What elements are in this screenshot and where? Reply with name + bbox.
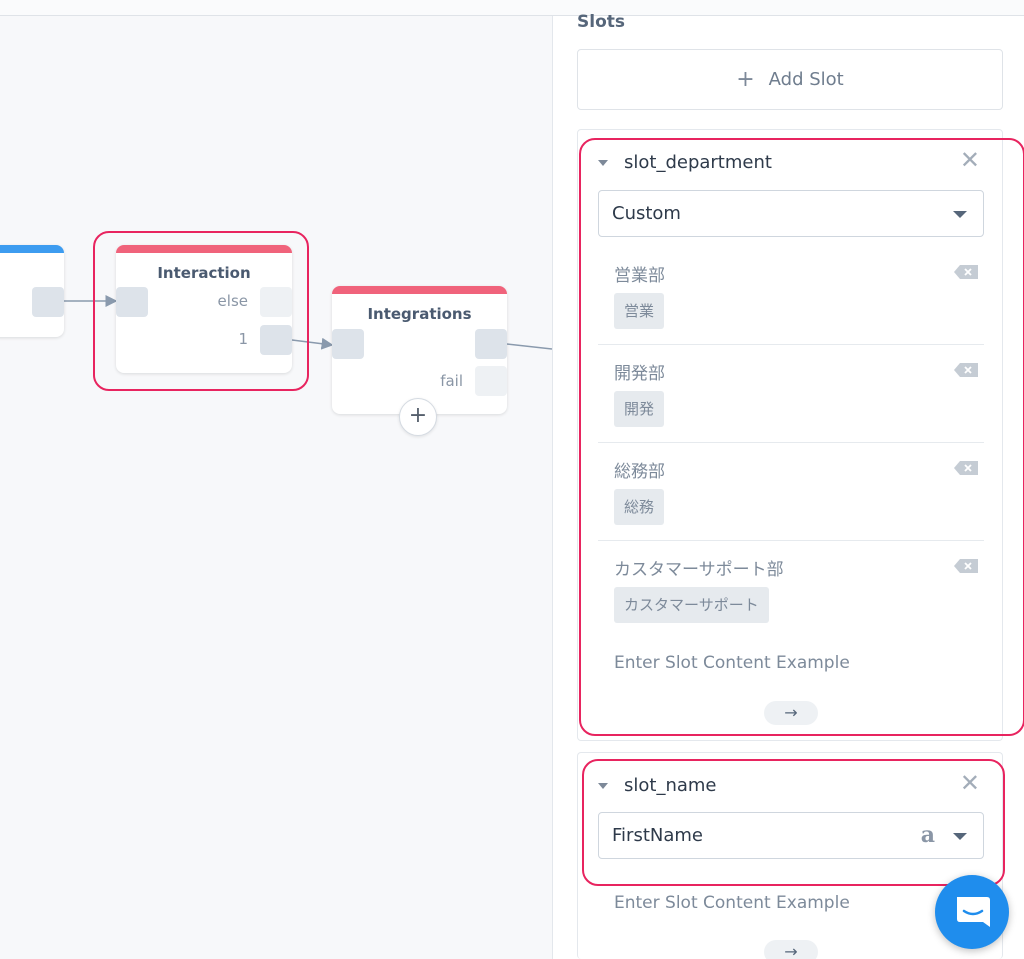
node-strip	[0, 245, 64, 253]
plus-icon: +	[408, 403, 428, 428]
node-title: Integrations	[367, 305, 472, 323]
plus-icon: +	[736, 67, 755, 92]
output-port-fail[interactable]	[475, 366, 507, 396]
add-slot-button[interactable]: + Add Slot	[577, 49, 1003, 110]
flow-edges	[64, 295, 552, 350]
output-port[interactable]	[475, 329, 507, 359]
slot-example-input[interactable]: Enter Slot Content Example	[614, 893, 850, 913]
flow-node-integrations[interactable]: Integrations fail	[332, 286, 507, 414]
slots-heading: Slots	[577, 12, 625, 32]
add-node-button[interactable]: +	[399, 398, 437, 436]
flow-node-left[interactable]	[0, 245, 64, 337]
add-slot-label: Add Slot	[768, 69, 844, 90]
highlight-interaction-node	[93, 231, 309, 391]
highlight-slot-department	[579, 138, 1024, 736]
input-port[interactable]	[332, 329, 364, 359]
node-strip	[332, 286, 507, 294]
chat-bubble-icon	[957, 897, 990, 927]
arrow-right-icon[interactable]: →	[764, 940, 818, 959]
highlight-slot-name	[582, 759, 1005, 886]
edge-integrations-out	[506, 343, 552, 350]
output-port[interactable]	[32, 287, 64, 317]
chat-launcher-button[interactable]	[935, 875, 1009, 949]
port-label-fail: fail	[440, 372, 463, 390]
